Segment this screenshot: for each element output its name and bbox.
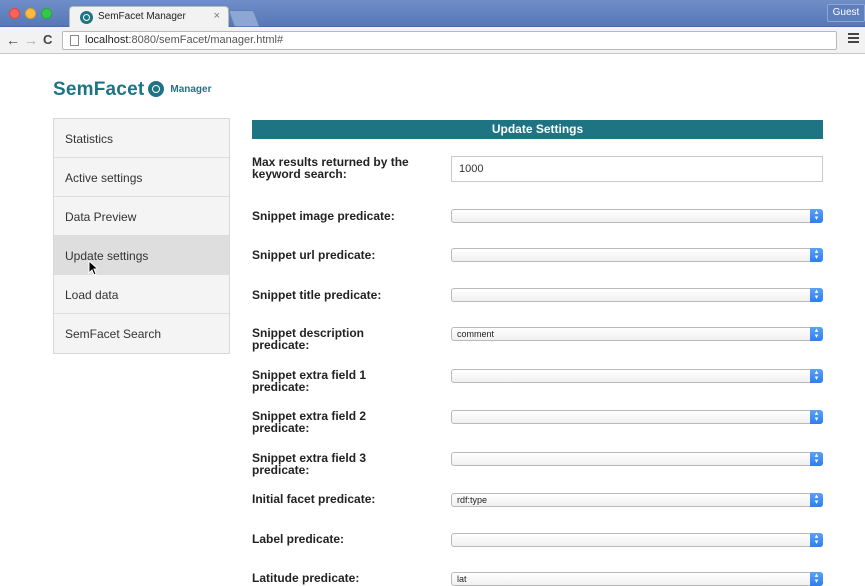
window-maximize-button[interactable] (41, 8, 52, 19)
extra-field-2-label: Snippet extra field 2 predicate: (252, 409, 367, 435)
select-arrows-icon: ▴ ▾ (810, 493, 823, 507)
select-arrows-icon: ▴ ▾ (810, 209, 823, 223)
extra-field-1-label: Snippet extra field 1 predicate: (252, 368, 367, 394)
brand-header: SemFacet Manager (53, 79, 212, 100)
mouse-cursor-icon (88, 260, 98, 276)
snippet-title-select[interactable]: ▴ ▾ (451, 288, 823, 302)
snippet-description-label: Snippet description predicate: (252, 326, 365, 352)
window-close-button[interactable] (9, 8, 20, 19)
latitude-select[interactable]: lat ▴ ▾ (451, 572, 823, 586)
panel-title: Update Settings (252, 120, 823, 139)
label-predicate-label: Label predicate: (252, 532, 345, 546)
semfacet-favicon-icon (80, 11, 93, 24)
snippet-title-label: Snippet title predicate: (252, 288, 382, 302)
snippet-image-label: Snippet image predicate: (252, 209, 395, 223)
snippet-description-select[interactable]: comment ▴ ▾ (451, 327, 823, 341)
browser-tab[interactable]: SemFacet Manager × (69, 6, 229, 28)
initial-facet-select[interactable]: rdf:type ▴ ▾ (451, 493, 823, 507)
browser-toolbar: ← → C localhost:8080/semFacet/manager.ht… (0, 27, 865, 54)
select-arrows-icon: ▴ ▾ (810, 533, 823, 547)
browser-titlebar: SemFacet Manager × Guest (0, 0, 865, 28)
brand-subtitle: Manager (170, 84, 212, 95)
select-value: rdf:type (457, 495, 488, 505)
latitude-label: Latitude predicate: (252, 571, 360, 585)
sidebar-item-data-preview[interactable]: Data Preview (54, 197, 229, 236)
address-bar[interactable]: localhost:8080/semFacet/manager.html# (62, 31, 837, 50)
guest-profile-button[interactable]: Guest (827, 4, 865, 22)
select-arrows-icon: ▴ ▾ (810, 410, 823, 424)
url-path: :8080/semFacet/manager.html# (128, 34, 284, 46)
search-logo-icon (148, 81, 165, 97)
brand-name: SemFacet (53, 79, 145, 100)
tab-close-icon[interactable]: × (214, 10, 220, 22)
snippet-url-label: Snippet url predicate: (252, 248, 376, 262)
max-results-input[interactable] (451, 156, 823, 182)
snippet-url-select[interactable]: ▴ ▾ (451, 248, 823, 262)
select-arrows-icon: ▴ ▾ (810, 327, 823, 341)
reload-icon[interactable]: C (43, 32, 52, 48)
max-results-label: Max results returned by the keyword sear… (252, 155, 409, 181)
sidebar-item-load-data[interactable]: Load data (54, 275, 229, 314)
browser-menu-icon[interactable] (848, 33, 859, 44)
sidebar-menu: Statistics Active settings Data Preview … (53, 118, 230, 354)
sidebar-item-active-settings[interactable]: Active settings (54, 158, 229, 197)
select-value: lat (457, 574, 467, 584)
back-arrow-icon[interactable]: ← (6, 32, 20, 48)
extra-field-3-label: Snippet extra field 3 predicate: (252, 451, 367, 477)
sidebar-item-statistics[interactable]: Statistics (54, 119, 229, 158)
tab-title: SemFacet Manager (98, 11, 186, 22)
sidebar-item-semfacet-search[interactable]: SemFacet Search (54, 314, 229, 353)
select-value: comment (457, 329, 495, 339)
extra-field-3-select[interactable]: ▴ ▾ (451, 452, 823, 466)
page-icon (70, 35, 79, 46)
url-text: localhost:8080/semFacet/manager.html# (85, 34, 283, 46)
initial-facet-label: Initial facet predicate: (252, 492, 376, 506)
extra-field-2-select[interactable]: ▴ ▾ (451, 410, 823, 424)
window-minimize-button[interactable] (25, 8, 36, 19)
select-arrows-icon: ▴ ▾ (810, 369, 823, 383)
snippet-image-select[interactable]: ▴ ▾ (451, 209, 823, 223)
url-host: localhost (85, 34, 129, 46)
select-arrows-icon: ▴ ▾ (810, 572, 823, 586)
sidebar-item-update-settings[interactable]: Update settings (54, 236, 229, 275)
new-tab-button[interactable] (227, 10, 261, 27)
extra-field-1-select[interactable]: ▴ ▾ (451, 369, 823, 383)
forward-arrow-icon[interactable]: → (24, 32, 38, 48)
select-arrows-icon: ▴ ▾ (810, 288, 823, 302)
select-arrows-icon: ▴ ▾ (810, 248, 823, 262)
label-predicate-select[interactable]: ▴ ▾ (451, 533, 823, 547)
select-arrows-icon: ▴ ▾ (810, 452, 823, 466)
